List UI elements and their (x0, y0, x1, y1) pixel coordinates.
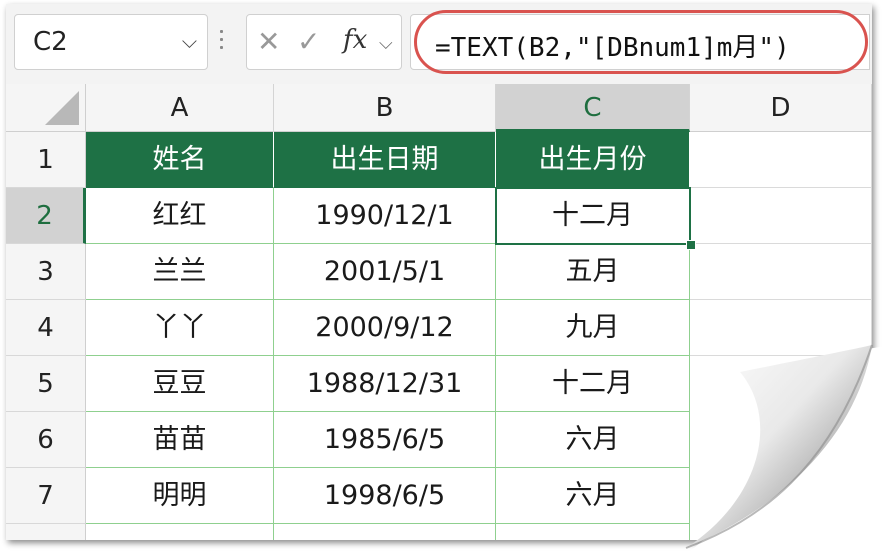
chevron-down-icon[interactable]: ⌵ (182, 29, 197, 53)
cell-a6[interactable]: 苗苗 (86, 412, 274, 468)
cell-c5[interactable]: 十二月 (496, 356, 690, 412)
cell-b1[interactable]: 出生日期 (274, 132, 496, 188)
cell-a5[interactable]: 豆豆 (86, 356, 274, 412)
cell-d1[interactable] (690, 132, 872, 188)
select-all-button[interactable] (6, 84, 86, 132)
cancel-icon[interactable]: ✕ (257, 25, 280, 58)
cell-d4[interactable] (690, 300, 872, 356)
row-header-8[interactable] (6, 524, 86, 540)
name-box[interactable]: C2 ⌵ (14, 14, 208, 70)
name-box-value: C2 (33, 27, 68, 57)
cell-c1[interactable]: 出生月份 (496, 132, 690, 188)
row-header-5[interactable]: 5 (6, 356, 86, 412)
active-cell-outline (495, 187, 691, 245)
cell-b3[interactable]: 2001/5/1 (274, 244, 496, 300)
row-header-1[interactable]: 1 (6, 132, 86, 188)
cell-d2[interactable] (690, 188, 872, 244)
cell-a3[interactable]: 兰兰 (86, 244, 274, 300)
cell-a7[interactable]: 明明 (86, 468, 274, 524)
cell-c8[interactable] (496, 524, 690, 540)
column-header-b[interactable]: B (274, 84, 496, 132)
highlight-ring (414, 10, 868, 74)
cell-a2[interactable]: 红红 (86, 188, 274, 244)
fx-icon[interactable]: fx (343, 25, 367, 55)
row-header-7[interactable]: 7 (6, 468, 86, 524)
formula-bar: C2 ⌵ ✕ ✓ fx ⌵ =TEXT(B2,"[DBnum1]m月") (6, 4, 872, 84)
cell-c4[interactable]: 九月 (496, 300, 690, 356)
cell-b4[interactable]: 2000/9/12 (274, 300, 496, 356)
fill-handle[interactable] (686, 240, 696, 250)
spreadsheet-window: C2 ⌵ ✕ ✓ fx ⌵ =TEXT(B2,"[DBnum1]m月") A B… (6, 4, 872, 540)
cell-a4[interactable]: 丫丫 (86, 300, 274, 356)
cell-c3[interactable]: 五月 (496, 244, 690, 300)
column-header-a[interactable]: A (86, 84, 274, 132)
cell-b6[interactable]: 1985/6/5 (274, 412, 496, 468)
chevron-down-icon[interactable]: ⌵ (379, 33, 393, 54)
cell-c6[interactable]: 六月 (496, 412, 690, 468)
cell-b7[interactable]: 1998/6/5 (274, 468, 496, 524)
cell-d3[interactable] (690, 244, 872, 300)
column-header-d[interactable]: D (690, 84, 872, 132)
formula-buttons: ✕ ✓ fx ⌵ (246, 14, 402, 70)
row-header-2[interactable]: 2 (6, 188, 86, 244)
confirm-icon[interactable]: ✓ (297, 25, 320, 58)
cell-a1[interactable]: 姓名 (86, 132, 274, 188)
row-header-3[interactable]: 3 (6, 244, 86, 300)
row-header-4[interactable]: 4 (6, 300, 86, 356)
cell-a8[interactable] (86, 524, 274, 540)
cell-b2[interactable]: 1990/12/1 (274, 188, 496, 244)
column-header-c[interactable]: C (496, 84, 690, 132)
cell-b8[interactable] (274, 524, 496, 540)
cell-b5[interactable]: 1988/12/31 (274, 356, 496, 412)
cell-c7[interactable]: 六月 (496, 468, 690, 524)
row-header-6[interactable]: 6 (6, 412, 86, 468)
grip-icon[interactable] (220, 30, 224, 56)
